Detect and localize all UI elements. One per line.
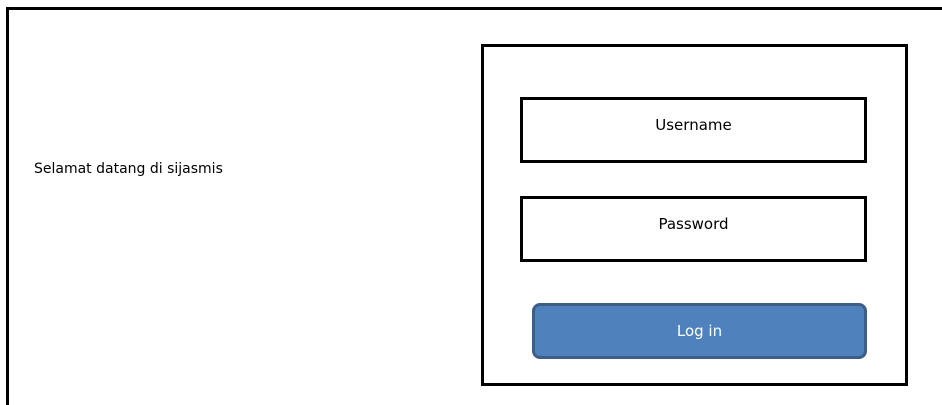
- password-field-label: Password: [658, 215, 729, 233]
- welcome-text: Selamat datang di sijasmis: [34, 161, 223, 177]
- login-button-label: Log in: [676, 322, 723, 340]
- username-field[interactable]: Username: [520, 97, 867, 163]
- login-button[interactable]: Log in: [532, 303, 867, 359]
- username-field-label: Username: [655, 116, 732, 134]
- password-field[interactable]: Password: [520, 196, 867, 262]
